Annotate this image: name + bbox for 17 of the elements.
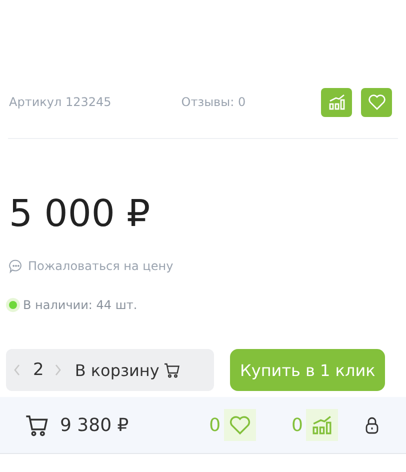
chevron-left-icon	[12, 362, 22, 378]
article-number: Артикул 123245	[9, 95, 112, 109]
quantity-value[interactable]: 2	[33, 360, 44, 380]
favorites-count: 0	[209, 414, 221, 436]
chevron-right-icon	[52, 362, 63, 378]
price: 5 000 ₽	[9, 192, 152, 236]
compare-count: 0	[292, 414, 303, 436]
heart-icon	[366, 92, 386, 112]
cart-total[interactable]: 9 380 ₽	[60, 414, 129, 436]
cart-icon	[163, 361, 182, 379]
chart-icon[interactable]	[306, 409, 338, 441]
speech-bubble-icon	[8, 258, 24, 274]
compare-button[interactable]	[321, 88, 352, 116]
chart-icon	[326, 92, 346, 112]
add-to-cart-button[interactable]: В корзину	[74, 360, 182, 380]
favorite-button[interactable]	[361, 88, 392, 116]
stock-status: В наличии: 44 шт.	[23, 298, 138, 312]
